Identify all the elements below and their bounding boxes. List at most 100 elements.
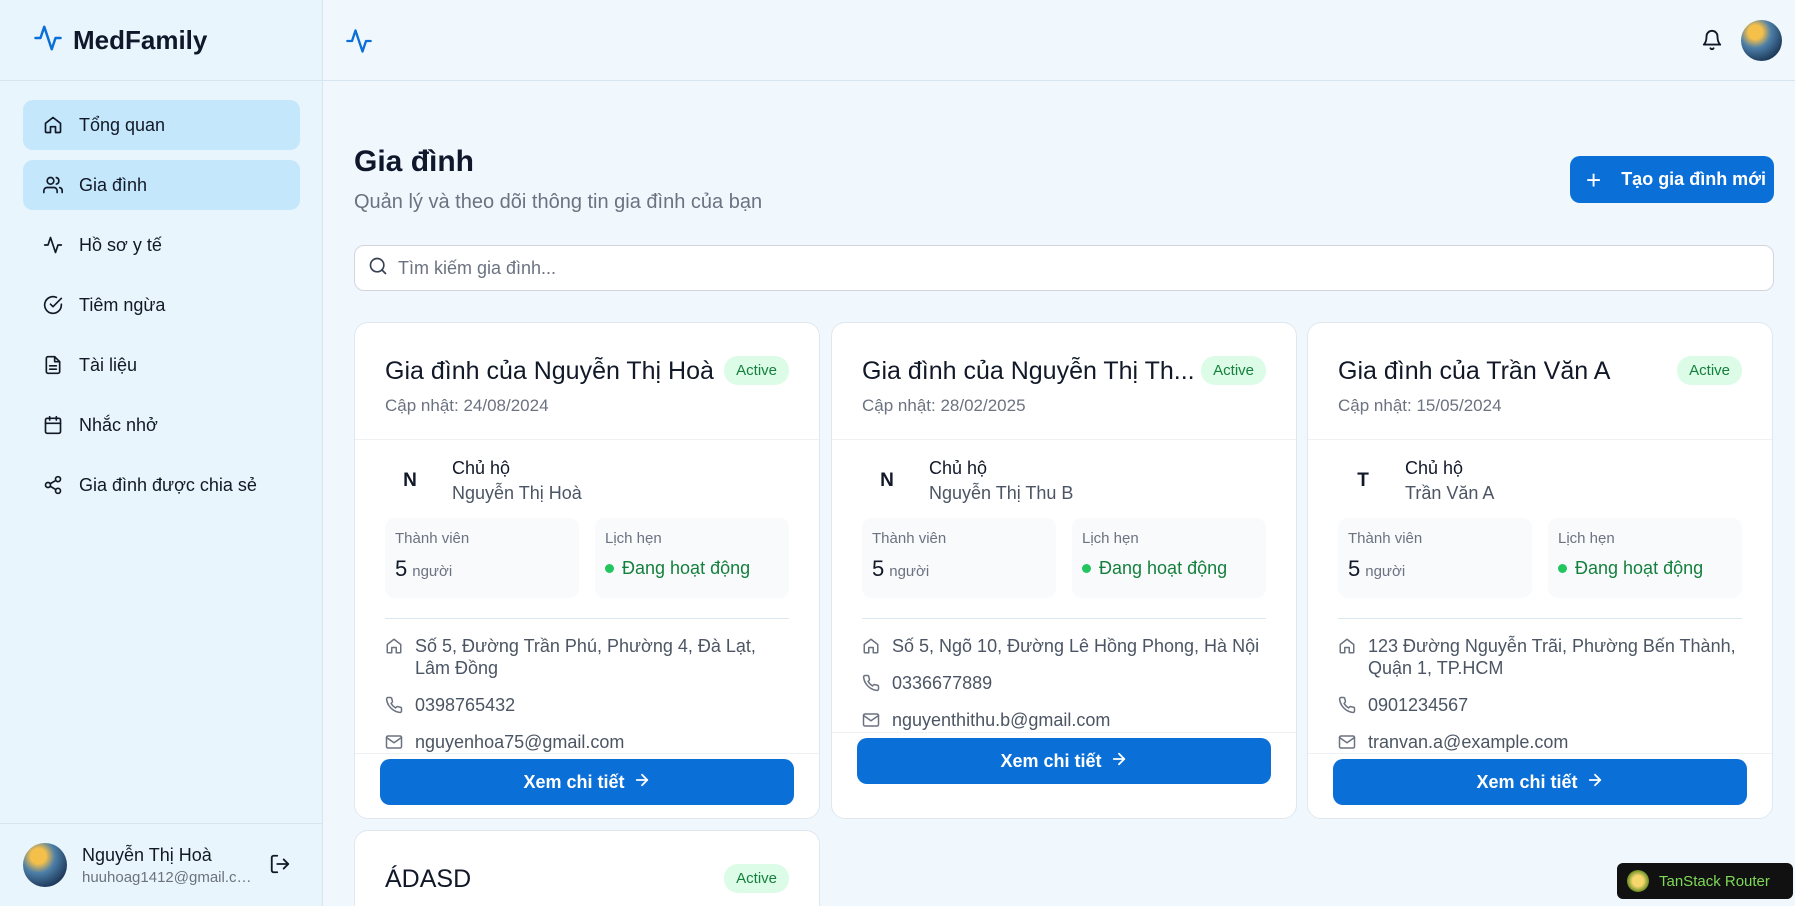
sidebar-item-label: Tiêm ngừa: [79, 294, 166, 315]
status-dot: [605, 564, 614, 573]
address-row: Số 5, Ngõ 10, Đường Lê Hồng Phong, Hà Nộ…: [862, 635, 1266, 657]
owner-name: Nguyễn Thị Hoà: [452, 483, 582, 503]
members-stat: Thành viên 5 người: [1338, 518, 1532, 598]
appointments-label: Lịch hẹn: [1558, 530, 1615, 547]
sidebar-item-label: Nhắc nhở: [79, 414, 158, 435]
view-detail-label: Xem chi tiết: [1476, 771, 1578, 792]
owner-name: Trần Văn A: [1405, 483, 1495, 503]
home-icon: [1338, 635, 1358, 657]
sidebar-item-medical-records[interactable]: Hồ sơ y tế: [23, 220, 300, 270]
appointments-status: Đang hoạt động: [1575, 558, 1704, 578]
members-label: Thành viên: [1348, 530, 1423, 547]
app-logo[interactable]: MedFamily: [0, 0, 322, 81]
card-body: N Chủ hộ Nguyễn Thị Hoà Thành viên 5 ngườ…: [355, 440, 819, 753]
view-detail-button[interactable]: Xem chi tiết: [1333, 759, 1747, 805]
search-icon: [368, 256, 388, 281]
appointments-stat: Lịch hẹn Đang hoạt động: [1072, 518, 1266, 598]
card-header: Gia đình của Nguyễn Thị Th... Cập nhật: …: [832, 323, 1296, 440]
sidebar-item-overview[interactable]: Tổng quan: [23, 100, 300, 150]
view-detail-label: Xem chi tiết: [523, 771, 625, 792]
phone-icon: [862, 672, 882, 694]
card-header: Gia đình của Trần Văn A Cập nhật: 15/05/…: [1308, 323, 1772, 440]
pulse-icon[interactable]: [344, 27, 374, 60]
home-icon: [862, 635, 882, 657]
card-title: Gia đình của Nguyễn Thị Hoà: [385, 357, 714, 385]
tanstack-router-devtools-button[interactable]: TanStack Router: [1617, 863, 1793, 899]
appointments-status: Đang hoạt động: [622, 558, 751, 578]
phone-text: 0901234567: [1368, 695, 1469, 715]
email-row: tranvan.a@example.com: [1338, 731, 1742, 753]
file-icon: [43, 355, 63, 375]
calendar-icon: [43, 415, 63, 435]
view-detail-button[interactable]: Xem chi tiết: [857, 738, 1271, 784]
card-title: Gia đình của Nguyễn Thị Th...: [862, 357, 1195, 385]
app-name: MedFamily: [73, 24, 208, 55]
members-unit: người: [889, 563, 930, 580]
activity-icon: [43, 235, 63, 255]
members-unit: người: [412, 563, 453, 580]
arrow-right-icon: [1586, 771, 1604, 794]
mail-icon: [1338, 731, 1358, 753]
arrow-right-icon: [1110, 750, 1128, 773]
owner-section: T Chủ hộ Trần Văn A: [1338, 452, 1742, 510]
phone-row: 0901234567: [1338, 694, 1742, 716]
sidebar-item-reminders[interactable]: Nhắc nhở: [23, 400, 300, 450]
address-row: 123 Đường Nguyễn Trãi, Phường Bến Thành,…: [1338, 635, 1742, 679]
status-badge: Active: [1201, 356, 1266, 385]
owner-initial: N: [403, 470, 417, 491]
check-circle-icon: [43, 295, 63, 315]
sidebar-item-vaccination[interactable]: Tiêm ngừa: [23, 280, 300, 330]
avatar[interactable]: [23, 843, 67, 887]
users-icon: [43, 175, 63, 195]
pulse-logo-icon: [33, 23, 63, 58]
members-count: 5: [872, 556, 885, 581]
status-badge: Active: [1677, 356, 1742, 385]
card-footer: Xem chi tiết: [1308, 753, 1772, 805]
card-header: ÁDASD Active: [355, 831, 819, 906]
family-card: Gia đình của Trần Văn A Cập nhật: 15/05/…: [1307, 322, 1773, 819]
sidebar-item-label: Tổng quan: [79, 114, 166, 135]
sidebar-item-family[interactable]: Gia đình: [23, 160, 300, 210]
sidebar-nav: Tổng quan Gia đình Hồ sơ y tế Tiêm ngừa …: [0, 81, 322, 510]
members-count: 5: [395, 556, 408, 581]
avatar[interactable]: [1741, 20, 1782, 61]
create-family-label: Tạo gia đình mới: [1621, 169, 1766, 189]
sidebar-item-label: Tài liệu: [79, 354, 138, 375]
family-card: Gia đình của Nguyễn Thị Hoà Cập nhật: 24…: [354, 322, 820, 819]
card-footer: Xem chi tiết: [355, 753, 819, 805]
tanstack-label: TanStack Router: [1659, 872, 1770, 890]
phone-text: 0336677889: [892, 673, 993, 693]
appointments-stat: Lịch hẹn Đang hoạt động: [1548, 518, 1742, 598]
status-badge: Active: [724, 864, 789, 893]
view-detail-button[interactable]: Xem chi tiết: [380, 759, 794, 805]
sidebar-item-shared-families[interactable]: Gia đình được chia sẻ: [23, 460, 300, 510]
owner-label: Chủ hộ: [452, 458, 511, 478]
user-email: huuhoag1412@gmail.co...: [82, 868, 257, 886]
bell-icon[interactable]: [1701, 29, 1723, 56]
members-label: Thành viên: [872, 530, 947, 547]
divider: [385, 618, 789, 619]
owner-label: Chủ hộ: [1405, 458, 1464, 478]
members-label: Thành viên: [395, 530, 470, 547]
card-title: ÁDASD: [385, 865, 472, 893]
sidebar-item-label: Gia đình: [79, 174, 148, 195]
card-header: Gia đình của Nguyễn Thị Hoà Cập nhật: 24…: [355, 323, 819, 440]
create-family-button[interactable]: + Tạo gia đình mới: [1570, 156, 1774, 203]
logout-icon[interactable]: [269, 853, 293, 877]
sidebar: MedFamily Tổng quan Gia đình Hồ sơ y tế …: [0, 0, 323, 906]
appointments-label: Lịch hẹn: [605, 530, 662, 547]
arrow-right-icon: [633, 771, 651, 794]
address-text: Số 5, Ngõ 10, Đường Lê Hồng Phong, Hà Nộ…: [892, 636, 1260, 656]
phone-text: 0398765432: [415, 695, 516, 715]
card-updated: Cập nhật: 24/08/2024: [385, 396, 549, 415]
email-text: nguyenhoa75@gmail.com: [415, 732, 625, 752]
search-input[interactable]: [398, 257, 1698, 279]
address-text: Số 5, Đường Trần Phú, Phường 4, Đà Lạt, …: [415, 636, 756, 678]
card-body: T Chủ hộ Trần Văn A Thành viên 5 người Lị…: [1308, 440, 1772, 753]
phone-row: 0398765432: [385, 694, 789, 716]
view-detail-label: Xem chi tiết: [1000, 750, 1102, 771]
card-updated: Cập nhật: 15/05/2024: [1338, 396, 1502, 415]
sidebar-item-documents[interactable]: Tài liệu: [23, 340, 300, 390]
home-icon: [385, 635, 405, 657]
tanstack-logo-icon: [1627, 870, 1649, 892]
